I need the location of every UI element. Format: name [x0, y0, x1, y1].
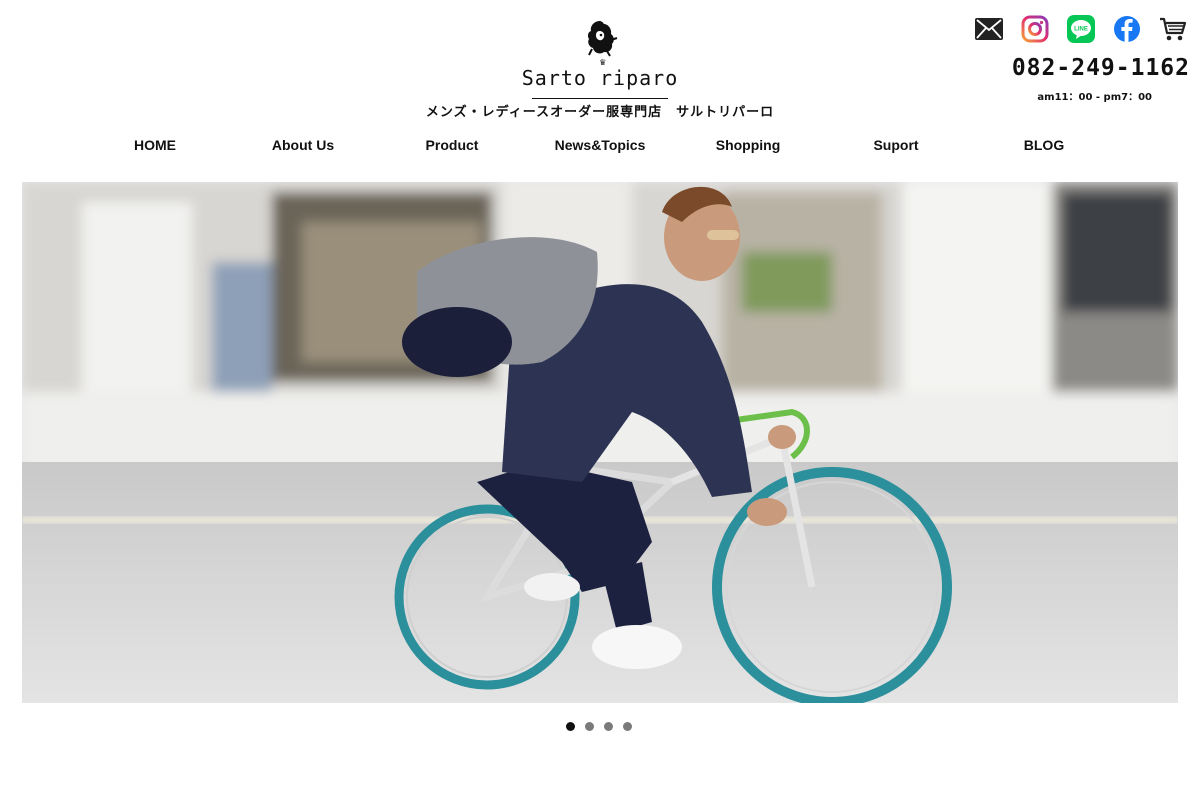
slider-dot-2[interactable]	[585, 722, 594, 731]
nav-item-news-topics[interactable]: News&Topics	[555, 137, 646, 153]
main-nav: HOME About Us Product News&Topics Shoppi…	[0, 137, 1200, 161]
nav-item-product[interactable]: Product	[426, 137, 479, 153]
site-header: Sarto riparo ♛ メンズ・レディースオーダー服専門店 サルトリパーロ …	[0, 0, 1200, 130]
nav-item-shopping[interactable]: Shopping	[716, 137, 781, 153]
mail-icon[interactable]	[974, 14, 1004, 44]
nav-item-suport[interactable]: Suport	[873, 137, 918, 153]
lion-emblem-icon	[587, 21, 618, 57]
slider-dot-3[interactable]	[604, 722, 613, 731]
phone-number[interactable]: 082-249-1162	[1012, 55, 1190, 81]
logo-underline	[532, 98, 668, 99]
cyclist-photo	[22, 182, 1178, 703]
facebook-icon[interactable]	[1112, 14, 1142, 44]
nav-item-blog[interactable]: BLOG	[1024, 137, 1064, 153]
logo[interactable]: Sarto riparo ♛	[430, 18, 770, 90]
social-icons: LINE	[974, 14, 1188, 44]
cart-icon[interactable]	[1158, 14, 1188, 44]
nav-item-home[interactable]: HOME	[134, 137, 176, 153]
hero-slider-image[interactable]	[22, 182, 1178, 703]
crown-icon: ♛	[599, 57, 607, 68]
svg-text:LINE: LINE	[1074, 27, 1088, 33]
logo-wordmark: Sarto riparo ♛	[521, 57, 679, 90]
nav-item-about-us[interactable]: About Us	[272, 137, 334, 153]
tagline: メンズ・レディースオーダー服専門店 サルトリパーロ	[425, 105, 775, 120]
slider-dot-4[interactable]	[623, 722, 632, 731]
slider-dot-1[interactable]	[566, 722, 575, 731]
slider-pagination	[566, 722, 632, 731]
line-icon[interactable]: LINE	[1066, 14, 1096, 44]
instagram-icon[interactable]	[1020, 14, 1050, 44]
business-hours: am11：00 - pm7：00	[1037, 92, 1152, 103]
